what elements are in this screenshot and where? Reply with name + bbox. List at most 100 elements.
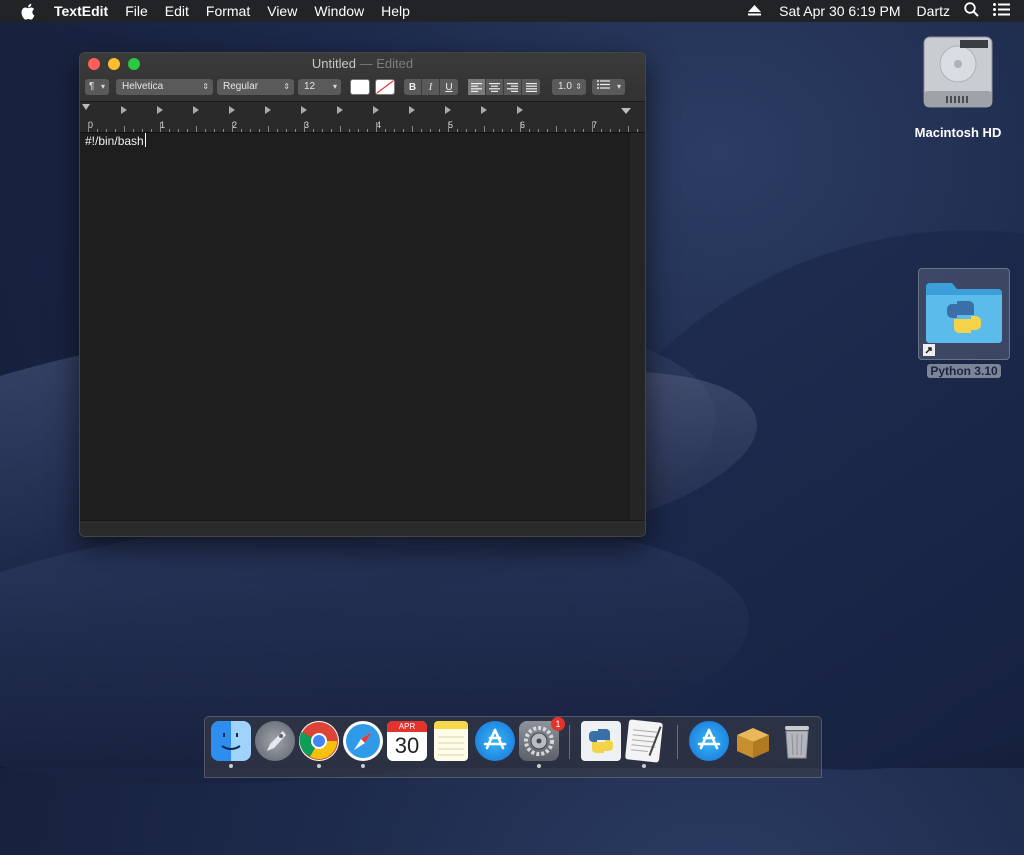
menu-help[interactable]: Help: [381, 0, 410, 22]
ruler-tick: [331, 129, 332, 132]
ruler-tick: [511, 129, 512, 132]
ruler-tick: [619, 129, 620, 132]
python-folder-icon[interactable]: Python 3.10: [916, 268, 1012, 380]
tab-stop-marker[interactable]: [121, 106, 127, 114]
align-justify-icon[interactable]: [522, 79, 540, 95]
ruler-tick: [565, 129, 566, 132]
finder-icon[interactable]: [211, 721, 251, 761]
trash-icon[interactable]: [777, 721, 817, 761]
ruler-tick: [232, 122, 233, 132]
tab-stop-marker[interactable]: [481, 106, 487, 114]
bold-button[interactable]: B: [404, 79, 422, 95]
dock: APR 30 1: [204, 716, 822, 778]
menubar-user[interactable]: Dartz: [917, 3, 950, 19]
launchpad-icon[interactable]: [255, 721, 295, 761]
app-store-icon[interactable]: [475, 721, 515, 761]
running-indicator: [642, 764, 646, 768]
window-titlebar[interactable]: Untitled — Edited ¶ ▾ Helvetica ⇕ Regular ⇕…: [80, 53, 645, 102]
ruler-tick: [106, 129, 107, 132]
macintosh-hd-icon[interactable]: Macintosh HD: [900, 33, 1016, 140]
document-text-area[interactable]: #!/bin/bash: [80, 133, 629, 520]
tab-stop-marker[interactable]: [193, 106, 199, 114]
background-color-well[interactable]: [375, 79, 395, 95]
eject-icon[interactable]: [748, 3, 762, 19]
running-indicator: [537, 764, 541, 768]
notes-icon[interactable]: [434, 721, 468, 761]
ruler-tick: [250, 129, 251, 132]
menu-view[interactable]: View: [267, 0, 297, 22]
ruler-tick: [457, 129, 458, 132]
tab-stop-marker[interactable]: [229, 106, 235, 114]
running-indicator: [229, 764, 233, 768]
ruler-tick: [358, 129, 359, 132]
ruler-tick: [142, 129, 143, 132]
ruler-tick: [529, 129, 530, 132]
menubar-clock[interactable]: Sat Apr 30 6:19 PM: [779, 3, 900, 19]
textedit-window: Untitled — Edited ¶ ▾ Helvetica ⇕ Regular ⇕…: [79, 52, 646, 537]
ruler-tick: [187, 129, 188, 132]
chevron-down-icon: ▾: [616, 82, 621, 91]
python-folder-label: Python 3.10: [927, 364, 1001, 378]
font-family-popup[interactable]: Helvetica ⇕: [116, 79, 213, 95]
ruler-tick: [295, 129, 296, 132]
ruler-tick: [259, 129, 260, 132]
text-color-well[interactable]: [350, 79, 370, 95]
tab-stop-marker[interactable]: [517, 106, 523, 114]
document-content: #!/bin/bash: [85, 134, 144, 148]
applications-stack-icon[interactable]: [689, 721, 729, 761]
paragraph-style-popup[interactable]: ¶ ▾: [85, 79, 109, 95]
python-launcher-icon[interactable]: [581, 721, 621, 761]
ruler-tick: [97, 129, 98, 132]
line-spacing-popup[interactable]: 1.0 ⇕: [552, 79, 586, 95]
menu-window[interactable]: Window: [314, 0, 364, 22]
ruler-tick: [277, 129, 278, 132]
ruler-tick: [205, 129, 206, 132]
tab-stop-marker[interactable]: [157, 106, 163, 114]
ruler-tick: [214, 129, 215, 132]
text-caret: [144, 133, 146, 147]
ruler-tick: [601, 129, 602, 132]
safari-icon[interactable]: [343, 721, 383, 761]
ruler-tick: [268, 126, 269, 132]
tab-stop-marker[interactable]: [265, 106, 271, 114]
right-margin-marker[interactable]: [621, 108, 631, 114]
notification-center-icon[interactable]: [993, 3, 1010, 19]
tab-stop-marker[interactable]: [301, 106, 307, 114]
apple-menu-icon[interactable]: [20, 3, 38, 20]
underline-button[interactable]: U: [440, 79, 458, 95]
first-line-indent-marker[interactable]: [82, 104, 90, 110]
font-size-combo[interactable]: 12 ▾: [298, 79, 341, 95]
ruler-tick: [304, 122, 305, 132]
align-left-icon[interactable]: [468, 79, 486, 95]
vertical-scrollbar[interactable]: [629, 133, 645, 520]
ruler-tick: [547, 129, 548, 132]
italic-button[interactable]: I: [422, 79, 440, 95]
tab-stop-marker[interactable]: [337, 106, 343, 114]
list-bullets-popup[interactable]: ▾: [592, 79, 625, 95]
downloads-stack-icon[interactable]: [733, 721, 773, 761]
tab-stop-marker[interactable]: [373, 106, 379, 114]
menu-app-name[interactable]: TextEdit: [54, 0, 108, 22]
spotlight-search-icon[interactable]: [964, 2, 979, 20]
align-center-icon[interactable]: [486, 79, 504, 95]
font-family-value: Helvetica: [122, 81, 164, 92]
menu-format[interactable]: Format: [206, 0, 250, 22]
font-style-popup[interactable]: Regular ⇕: [217, 79, 294, 95]
horizontal-scrollbar[interactable]: [80, 520, 645, 536]
calendar-icon[interactable]: APR 30: [387, 721, 427, 761]
format-toolbar: ¶ ▾ Helvetica ⇕ Regular ⇕ 12 ▾ B I U 1.0…: [80, 79, 645, 97]
ruler[interactable]: 0 1 2 3 4 5 6 7: [80, 102, 645, 133]
ruler-tick: [376, 122, 377, 132]
ruler-tick: [475, 129, 476, 132]
ruler-tick: [637, 129, 638, 132]
ruler-tick: [241, 129, 242, 132]
chrome-icon[interactable]: [299, 721, 339, 761]
tab-stop-marker[interactable]: [409, 106, 415, 114]
folder-icon: [926, 283, 1002, 343]
align-right-icon[interactable]: [504, 79, 522, 95]
textedit-icon[interactable]: [625, 719, 663, 763]
system-preferences-icon[interactable]: 1: [519, 717, 565, 761]
tab-stop-marker[interactable]: [445, 106, 451, 114]
menu-edit[interactable]: Edit: [165, 0, 189, 22]
menu-file[interactable]: File: [125, 0, 148, 22]
